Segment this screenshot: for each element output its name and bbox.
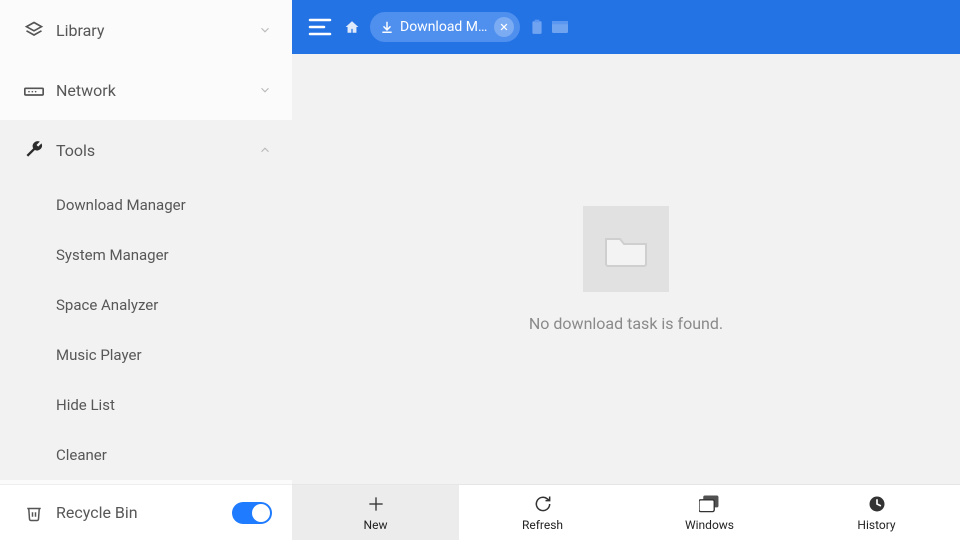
history-button[interactable]: History (793, 485, 960, 540)
chevron-down-icon (258, 23, 272, 37)
recycle-bin-toggle[interactable] (232, 502, 272, 524)
new-button[interactable]: New (292, 485, 459, 540)
recycle-bin-label: Recycle Bin (56, 503, 232, 522)
download-icon (380, 20, 394, 34)
button-label: History (857, 518, 895, 532)
refresh-icon (533, 493, 553, 515)
wrench-icon (20, 140, 48, 160)
trash-icon (20, 503, 48, 523)
window-icon[interactable] (552, 21, 568, 33)
content-area: No download task is found. (292, 54, 960, 484)
topbar: Download Ma… (292, 0, 960, 54)
sidebar-item-music-player[interactable]: Music Player (0, 330, 292, 380)
sidebar: Library Network Tools Download Mana (0, 0, 292, 540)
empty-state-message: No download task is found. (529, 314, 723, 333)
menu-button[interactable] (300, 7, 340, 47)
empty-folder-icon (583, 206, 669, 292)
sidebar-item-cleaner[interactable]: Cleaner (0, 430, 292, 480)
sidebar-item-space-analyzer[interactable]: Space Analyzer (0, 280, 292, 330)
main-pane: Download Ma… No download task is found. … (292, 0, 960, 540)
chevron-down-icon (258, 83, 272, 97)
button-label: Refresh (522, 518, 563, 532)
windows-button[interactable]: Windows (626, 485, 793, 540)
breadcrumb-tab-download-manager[interactable]: Download Ma… (370, 12, 520, 42)
chevron-up-icon (258, 143, 272, 157)
breadcrumb-label: Download Ma… (400, 19, 488, 35)
layers-icon (20, 20, 48, 40)
close-icon[interactable] (494, 17, 514, 37)
home-icon[interactable] (344, 20, 360, 34)
sidebar-tools-list: Download Manager System Manager Space An… (0, 180, 292, 480)
sidebar-item-download-manager[interactable]: Download Manager (0, 180, 292, 230)
bottombar: New Refresh Windows History (292, 484, 960, 540)
sidebar-group-library[interactable]: Library (0, 0, 292, 60)
plus-icon (366, 493, 386, 515)
clock-icon (867, 493, 887, 515)
clipboard-icon[interactable] (530, 19, 544, 35)
button-label: New (364, 518, 388, 532)
sidebar-footer: Recycle Bin (0, 484, 292, 540)
sidebar-item-hide-list[interactable]: Hide List (0, 380, 292, 430)
network-icon (20, 83, 48, 97)
sidebar-group-label: Tools (56, 141, 258, 160)
sidebar-item-system-manager[interactable]: System Manager (0, 230, 292, 280)
sidebar-group-label: Library (56, 21, 258, 40)
windows-icon (699, 493, 721, 515)
refresh-button[interactable]: Refresh (459, 485, 626, 540)
button-label: Windows (685, 518, 734, 532)
sidebar-group-tools[interactable]: Tools (0, 120, 292, 180)
sidebar-group-network[interactable]: Network (0, 60, 292, 120)
sidebar-group-label: Network (56, 81, 258, 100)
